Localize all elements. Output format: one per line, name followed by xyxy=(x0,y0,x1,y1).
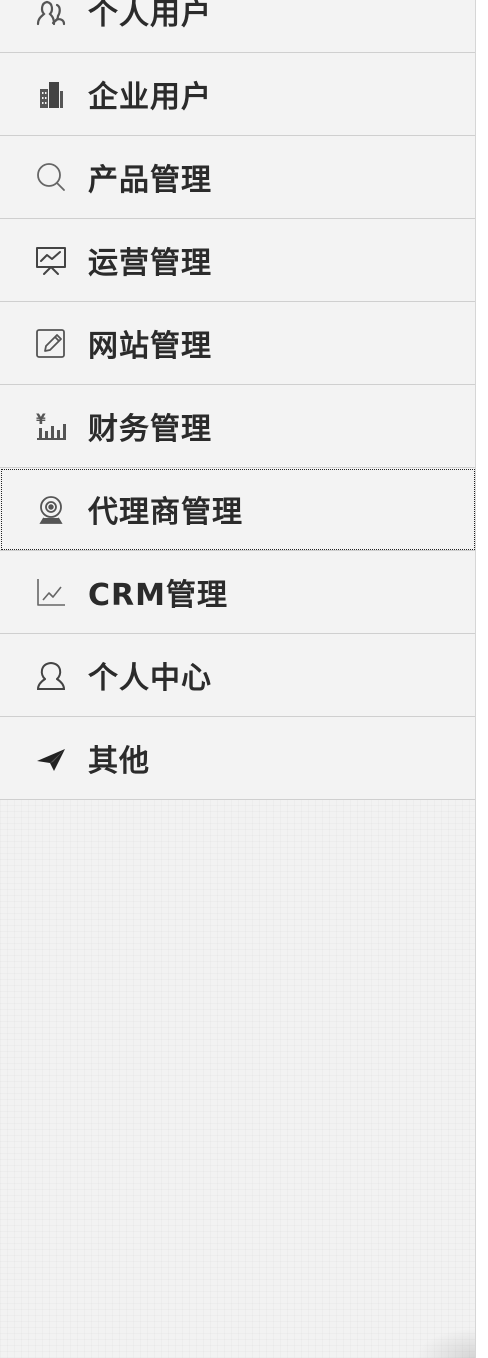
sidebar-item-other[interactable]: 其他 xyxy=(0,717,475,800)
edit-icon xyxy=(34,326,68,360)
sidebar-item-label: 个人用户 xyxy=(88,0,212,32)
sidebar-item-label: 财务管理 xyxy=(88,412,212,447)
sidebar-item-operations-management[interactable]: 运营管理 xyxy=(0,219,475,302)
sidebar-item-crm-management[interactable]: CRM管理 xyxy=(0,551,475,634)
sidebar-item-label: 其他 xyxy=(88,744,150,779)
sidebar-item-label: 企业用户 xyxy=(88,80,212,115)
sidebar-menu: 个人用户 企业用户 产品管理 运营管理 网站管理 ¥ 财务管理 代理商管理 CR… xyxy=(0,0,475,800)
svg-text:¥: ¥ xyxy=(36,412,46,428)
sidebar-item-enterprise-users[interactable]: 企业用户 xyxy=(0,53,475,136)
corner-shadow xyxy=(415,1328,475,1358)
sidebar-item-personal-users[interactable]: 个人用户 xyxy=(0,0,475,53)
sidebar-item-label: 网站管理 xyxy=(88,329,212,364)
presentation-icon xyxy=(34,243,68,277)
users-icon xyxy=(34,0,68,28)
paper-plane-icon xyxy=(34,741,68,775)
sidebar-item-label: 个人中心 xyxy=(88,661,212,696)
sidebar: 个人用户 企业用户 产品管理 运营管理 网站管理 ¥ 财务管理 代理商管理 CR… xyxy=(0,0,476,1358)
building-icon xyxy=(34,77,68,111)
webcam-icon xyxy=(34,492,68,526)
sidebar-item-label: 代理商管理 xyxy=(88,495,243,530)
line-chart-icon xyxy=(34,575,68,609)
sidebar-item-label: 运营管理 xyxy=(88,246,212,281)
sidebar-item-personal-center[interactable]: 个人中心 xyxy=(0,634,475,717)
search-icon xyxy=(34,160,68,194)
sidebar-item-finance-management[interactable]: ¥ 财务管理 xyxy=(0,385,475,468)
sidebar-item-agent-management[interactable]: 代理商管理 xyxy=(0,468,475,551)
sidebar-item-label: CRM管理 xyxy=(88,578,228,613)
user-icon xyxy=(34,658,68,692)
sidebar-item-product-management[interactable]: 产品管理 xyxy=(0,136,475,219)
sidebar-item-website-management[interactable]: 网站管理 xyxy=(0,302,475,385)
sidebar-item-label: 产品管理 xyxy=(88,163,212,198)
finance-chart-icon: ¥ xyxy=(34,409,68,443)
